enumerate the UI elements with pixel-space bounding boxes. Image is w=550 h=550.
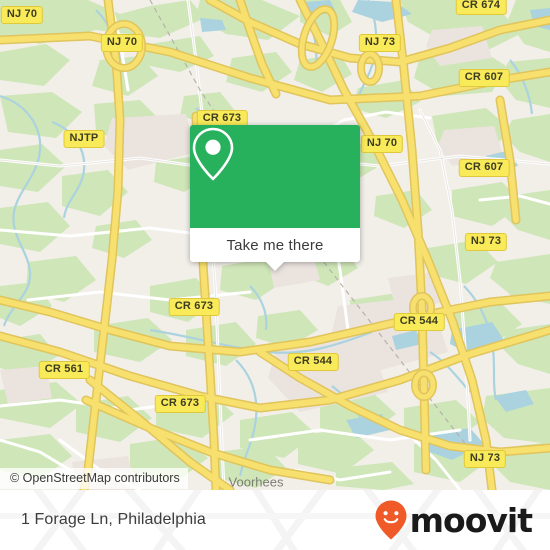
road-shield: NJ 70 bbox=[0, 6, 44, 24]
address-label: 1 Forage Ln, Philadelphia bbox=[21, 511, 206, 528]
road-shield: CR 544 bbox=[393, 313, 445, 331]
road-shield: NJ 73 bbox=[464, 233, 508, 251]
map-canvas[interactable]: NJ 70 NJ 70 NJ 73 CR 674 CR 607 CR 673 NJTP NJ … bbox=[0, 0, 550, 490]
road-shield: NJ 73 bbox=[463, 450, 507, 468]
map-pin-icon bbox=[192, 127, 234, 181]
road-shield: NJ 70 bbox=[360, 135, 404, 153]
footer-bar: 1 Forage Ln, Philadelphia moovit bbox=[0, 490, 550, 550]
road-shield: CR 561 bbox=[38, 361, 90, 379]
popup-cta-label: Take me there bbox=[226, 236, 324, 254]
road-shield: CR 607 bbox=[458, 69, 510, 87]
road-shield: CR 673 bbox=[154, 395, 206, 413]
road-shield: NJTP bbox=[63, 130, 105, 148]
osm-attribution[interactable]: © OpenStreetMap contributors bbox=[0, 468, 188, 489]
moovit-smiley-pin-icon bbox=[375, 500, 407, 540]
road-shield: CR 544 bbox=[287, 353, 339, 371]
road-shield: CR 607 bbox=[458, 159, 510, 177]
location-popup-card[interactable]: Take me there bbox=[190, 125, 360, 271]
place-label: Voorhees bbox=[228, 474, 284, 490]
road-shield: CR 674 bbox=[455, 0, 507, 15]
road-shield: NJ 73 bbox=[358, 34, 402, 52]
map-screenshot-root: NJ 70 NJ 70 NJ 73 CR 674 CR 607 CR 673 NJTP NJ … bbox=[0, 0, 550, 550]
popup-pointer bbox=[266, 262, 284, 271]
moovit-logo[interactable]: moovit bbox=[374, 499, 533, 541]
moovit-wordmark: moovit bbox=[409, 500, 533, 540]
popup-icon-area bbox=[190, 125, 360, 228]
road-shield: CR 673 bbox=[168, 298, 220, 316]
road-shield: NJ 70 bbox=[100, 34, 144, 52]
popup-cta[interactable]: Take me there bbox=[190, 228, 360, 271]
